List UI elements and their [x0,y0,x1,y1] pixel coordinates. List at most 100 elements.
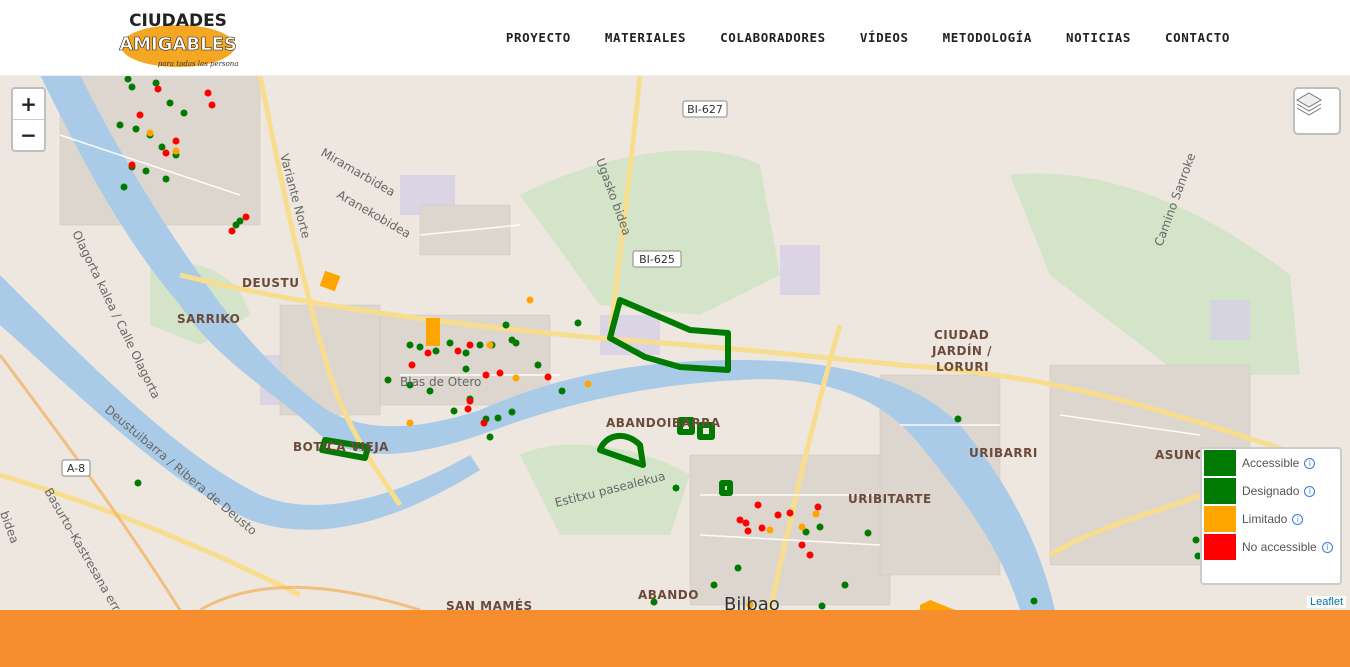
map-marker[interactable] [466,397,474,405]
map-marker[interactable] [242,213,250,221]
map-marker[interactable] [124,75,132,83]
map-marker[interactable] [482,371,490,379]
map-marker[interactable] [424,349,432,357]
map-marker[interactable] [754,501,762,509]
map-marker[interactable] [166,99,174,107]
nav-proyecto[interactable]: PROYECTO [506,30,571,45]
map-tiles[interactable]: BI-627 BI-625 A-8 DEUSTU SARRIKO ABANDOI… [0,75,1350,610]
map-marker[interactable] [798,523,806,531]
map-marker[interactable] [406,419,414,427]
map-marker[interactable] [574,319,582,327]
map-marker[interactable] [152,79,160,87]
map-marker[interactable] [496,369,504,377]
map-marker[interactable] [742,519,750,527]
map-marker[interactable] [446,339,454,347]
map-marker[interactable] [134,479,142,487]
map-marker[interactable] [172,147,180,155]
map-marker[interactable] [864,529,872,537]
map-marker[interactable] [408,361,416,369]
info-icon[interactable]: i [1292,513,1304,525]
nav-contacto[interactable]: CONTACTO [1165,30,1230,45]
map-marker[interactable] [734,564,742,572]
map-marker[interactable] [142,167,150,175]
zoom-out-button[interactable]: − [13,119,44,150]
map-marker[interactable] [416,343,424,351]
map-marker[interactable] [534,361,542,369]
map-view[interactable]: BI-627 BI-625 A-8 DEUSTU SARRIKO ABANDOI… [0,75,1350,610]
map-marker[interactable] [818,602,826,610]
map-marker[interactable] [466,341,474,349]
map-marker[interactable] [236,217,244,225]
map-marker[interactable] [450,407,458,415]
map-marker[interactable] [1192,536,1200,544]
info-icon[interactable]: i [1321,541,1333,553]
map-marker[interactable] [526,296,534,304]
map-marker[interactable] [204,89,212,97]
map-marker[interactable] [766,526,774,534]
nav-noticias[interactable]: NOTICIAS [1066,30,1131,45]
map-marker[interactable] [512,339,520,347]
nav-materiales[interactable]: MATERIALES [605,30,686,45]
map-marker[interactable] [162,175,170,183]
map-marker[interactable] [558,387,566,395]
map-marker[interactable] [432,347,440,355]
map-marker[interactable] [736,516,744,524]
map-marker[interactable] [672,484,680,492]
map-marker[interactable] [136,111,144,119]
map-marker[interactable] [228,227,236,235]
map-marker[interactable] [710,581,718,589]
map-marker[interactable] [120,183,128,191]
map-marker[interactable] [128,161,136,169]
map-marker[interactable] [154,85,162,93]
map-marker[interactable] [758,524,766,532]
nav-colaboradores[interactable]: COLABORADORES [720,30,826,45]
info-icon[interactable]: i [1304,485,1316,497]
map-marker[interactable] [774,511,782,519]
map-marker[interactable] [812,510,820,518]
map-marker[interactable] [116,121,124,129]
map-marker[interactable] [806,551,814,559]
map-attribution[interactable]: Leaflet [1306,596,1346,608]
map-marker[interactable] [172,137,180,145]
map-marker[interactable] [494,414,502,422]
nav-metodologia[interactable]: METODOLOGÍA [943,30,1032,45]
map-marker[interactable] [480,419,488,427]
map-marker[interactable] [486,341,494,349]
map-marker[interactable] [584,380,592,388]
map-marker[interactable] [1030,597,1038,605]
map-marker[interactable] [786,509,794,517]
map-marker[interactable] [512,374,520,382]
map-marker[interactable] [476,341,484,349]
map-marker[interactable] [162,149,170,157]
map-marker[interactable] [384,376,392,384]
map-marker[interactable] [454,347,462,355]
map-marker[interactable] [146,129,154,137]
legend-swatch [1204,450,1236,476]
map-marker[interactable] [814,503,822,511]
info-icon[interactable]: i [1304,457,1316,469]
map-marker[interactable] [128,83,136,91]
map-marker[interactable] [462,365,470,373]
site-logo[interactable]: CIUDADES AMIGABLES para todas las person… [118,6,243,72]
map-marker[interactable] [132,125,140,133]
map-marker[interactable] [841,581,849,589]
label-uribitarte: URIBITARTE [848,492,932,506]
zoom-in-button[interactable]: + [13,89,44,119]
map-marker[interactable] [158,143,166,151]
map-marker[interactable] [798,541,806,549]
map-marker[interactable] [180,109,188,117]
map-marker[interactable] [744,527,752,535]
map-marker[interactable] [462,349,470,357]
layers-button[interactable] [1293,87,1341,135]
map-marker[interactable] [816,523,824,531]
map-marker[interactable] [406,341,414,349]
map-marker[interactable] [464,405,472,413]
map-marker[interactable] [502,321,510,329]
map-marker[interactable] [208,101,216,109]
map-marker[interactable] [544,373,552,381]
nav-videos[interactable]: VÍDEOS [860,30,909,45]
label-bilbao: Bilbao [724,594,780,610]
map-marker[interactable] [954,415,962,423]
map-marker[interactable] [508,408,516,416]
map-marker[interactable] [486,433,494,441]
